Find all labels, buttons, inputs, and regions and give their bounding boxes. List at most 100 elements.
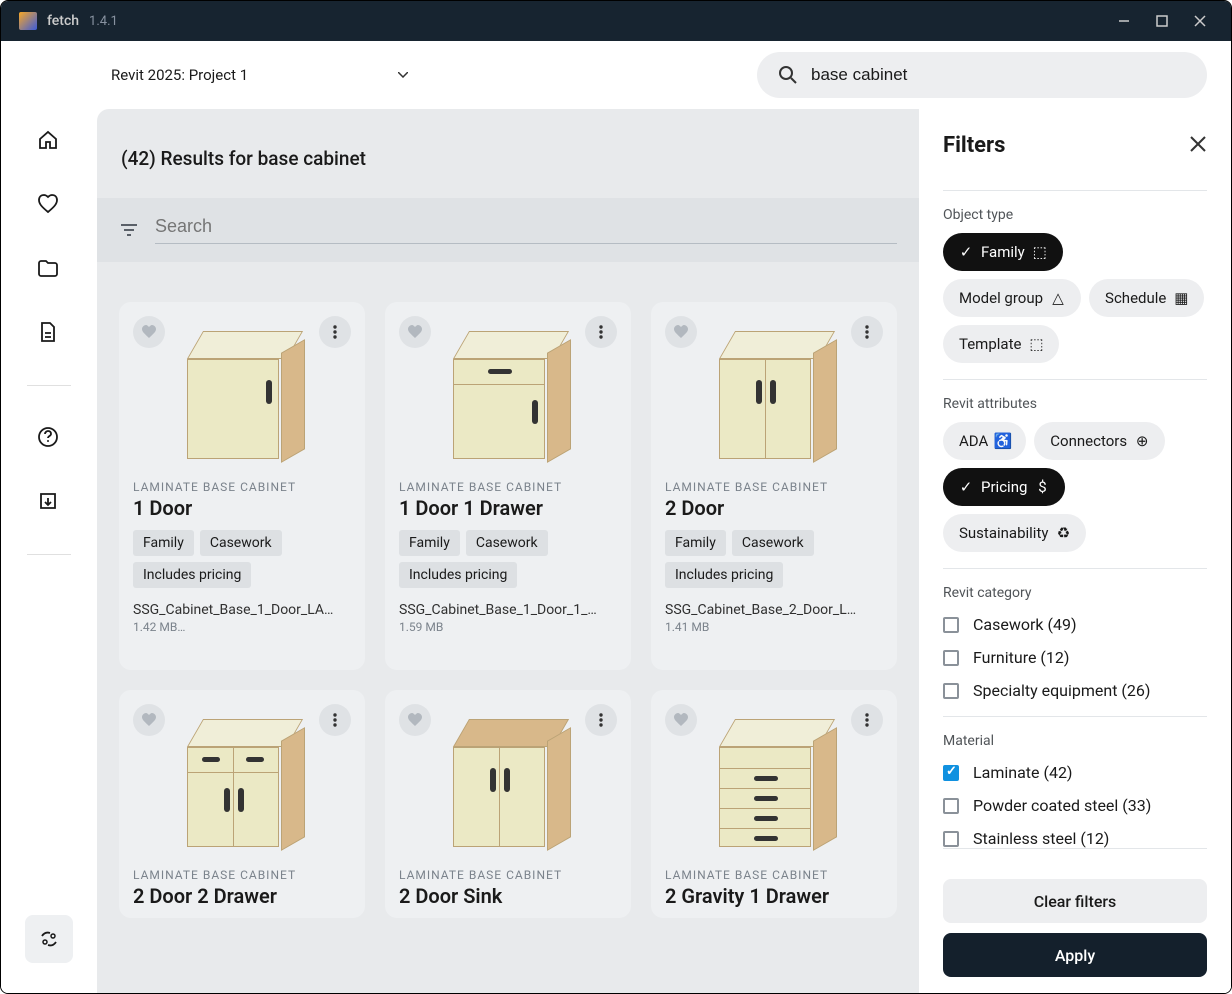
results-grid: LAMINATE BASE CABINET 1 Door Family Case… bbox=[119, 302, 897, 918]
more-icon bbox=[865, 713, 869, 727]
app-name: fetch bbox=[47, 13, 79, 29]
heart-icon bbox=[673, 324, 689, 340]
chip-pricing[interactable]: ✓Pricing$ bbox=[943, 468, 1065, 506]
favorites-icon[interactable] bbox=[37, 193, 61, 217]
object-type-label: Object type bbox=[943, 190, 1207, 223]
result-card[interactable]: LAMINATE BASE CABINET 2 Door Sink bbox=[385, 690, 631, 918]
search-icon bbox=[779, 66, 797, 84]
titlebar: fetch 1.4.1 bbox=[1, 1, 1231, 41]
badge: Casework bbox=[732, 530, 814, 556]
badge: Family bbox=[399, 530, 460, 556]
more-button[interactable] bbox=[319, 316, 351, 348]
checkbox-icon bbox=[943, 683, 959, 699]
chip-model-group[interactable]: Model group△ bbox=[943, 279, 1081, 317]
more-icon bbox=[865, 325, 869, 339]
apply-filters-button[interactable]: Apply bbox=[943, 933, 1207, 977]
checkbox-laminate[interactable]: Laminate (42) bbox=[943, 763, 1207, 782]
leaf-icon: ♻ bbox=[1056, 526, 1070, 540]
checkbox-checked-icon bbox=[943, 765, 959, 781]
document-icon[interactable] bbox=[37, 321, 61, 345]
checkbox-casework[interactable]: Casework (49) bbox=[943, 615, 1207, 634]
check-icon: ✓ bbox=[959, 245, 973, 259]
sync-icon[interactable] bbox=[25, 915, 73, 963]
result-card[interactable]: LAMINATE BASE CABINET 2 Door Family Case… bbox=[651, 302, 897, 670]
checkbox-icon bbox=[943, 798, 959, 814]
dollar-icon: $ bbox=[1035, 480, 1049, 494]
heart-icon bbox=[407, 324, 423, 340]
badge: Family bbox=[665, 530, 726, 556]
results-header: (42) Results for base cabinet bbox=[97, 109, 919, 198]
card-title: 1 Door bbox=[133, 496, 351, 520]
close-icon bbox=[1189, 135, 1207, 153]
result-card[interactable]: LAMINATE BASE CABINET 2 Gravity 1 Drawer bbox=[651, 690, 897, 918]
card-title: 2 Door 2 Drawer bbox=[133, 884, 351, 908]
minimize-button[interactable] bbox=[1117, 14, 1131, 28]
import-icon[interactable] bbox=[37, 490, 61, 514]
checkbox-powder-steel[interactable]: Powder coated steel (33) bbox=[943, 796, 1207, 815]
favorite-button[interactable] bbox=[665, 704, 697, 736]
more-button[interactable] bbox=[585, 704, 617, 736]
more-icon bbox=[333, 713, 337, 727]
filename: SSG_Cabinet_Base_1_Door_1_… bbox=[399, 602, 617, 618]
checkbox-stainless[interactable]: Stainless steel (12) bbox=[943, 829, 1207, 848]
family-icon: ⬚ bbox=[1033, 245, 1047, 259]
favorite-button[interactable] bbox=[399, 704, 431, 736]
card-category: LAMINATE BASE CABINET bbox=[133, 868, 351, 882]
more-button[interactable] bbox=[851, 704, 883, 736]
close-button[interactable] bbox=[1193, 14, 1207, 28]
chip-ada[interactable]: ADA♿ bbox=[943, 422, 1026, 460]
main-content: (42) Results for base cabinet bbox=[97, 109, 919, 993]
project-name: Revit 2025: Project 1 bbox=[111, 66, 248, 84]
filename: SSG_Cabinet_Base_1_Door_LA… bbox=[133, 602, 351, 618]
favorite-button[interactable] bbox=[399, 316, 431, 348]
sidebar bbox=[1, 109, 97, 993]
chip-sustainability[interactable]: Sustainability♻ bbox=[943, 514, 1086, 552]
connectors-icon: ⊕ bbox=[1135, 434, 1149, 448]
chip-schedule[interactable]: Schedule▦ bbox=[1089, 279, 1204, 317]
clear-filters-button[interactable]: Clear filters bbox=[943, 879, 1207, 923]
close-filters-button[interactable] bbox=[1189, 135, 1207, 157]
badge: Includes pricing bbox=[665, 562, 783, 588]
chip-connectors[interactable]: Connectors⊕ bbox=[1034, 422, 1165, 460]
card-category: LAMINATE BASE CABINET bbox=[665, 868, 883, 882]
folder-icon[interactable] bbox=[37, 257, 61, 281]
favorite-button[interactable] bbox=[133, 316, 165, 348]
card-title: 1 Door 1 Drawer bbox=[399, 496, 617, 520]
more-button[interactable] bbox=[851, 316, 883, 348]
search-input[interactable] bbox=[811, 65, 1185, 85]
card-title: 2 Door Sink bbox=[399, 884, 617, 908]
chip-family[interactable]: ✓Family⬚ bbox=[943, 233, 1063, 271]
search-box[interactable] bbox=[757, 52, 1207, 98]
results-search-input[interactable] bbox=[155, 216, 897, 244]
checkbox-specialty[interactable]: Specialty equipment (26) bbox=[943, 681, 1207, 700]
card-category: LAMINATE BASE CABINET bbox=[665, 480, 883, 494]
result-card[interactable]: LAMINATE BASE CABINET 1 Door Family Case… bbox=[119, 302, 365, 670]
chevron-down-icon bbox=[398, 72, 408, 78]
more-icon bbox=[599, 325, 603, 339]
favorite-button[interactable] bbox=[665, 316, 697, 348]
badge: Casework bbox=[466, 530, 548, 556]
filters-title: Filters bbox=[943, 133, 1005, 158]
checkbox-icon bbox=[943, 617, 959, 633]
checkbox-icon bbox=[943, 831, 959, 847]
app-logo-icon bbox=[19, 12, 37, 30]
app-version: 1.4.1 bbox=[89, 14, 118, 29]
filesize: 1.41 MB bbox=[665, 620, 883, 634]
result-card[interactable]: LAMINATE BASE CABINET 1 Door 1 Drawer Fa… bbox=[385, 302, 631, 670]
card-category: LAMINATE BASE CABINET bbox=[399, 868, 617, 882]
more-button[interactable] bbox=[319, 704, 351, 736]
home-icon[interactable] bbox=[37, 129, 61, 153]
checkbox-furniture[interactable]: Furniture (12) bbox=[943, 648, 1207, 667]
favorite-button[interactable] bbox=[133, 704, 165, 736]
project-selector[interactable]: Revit 2025: Project 1 bbox=[111, 66, 408, 84]
filter-icon[interactable] bbox=[119, 220, 139, 240]
help-icon[interactable] bbox=[37, 426, 61, 450]
more-button[interactable] bbox=[585, 316, 617, 348]
result-card[interactable]: LAMINATE BASE CABINET 2 Door 2 Drawer bbox=[119, 690, 365, 918]
maximize-button[interactable] bbox=[1155, 14, 1169, 28]
chip-template[interactable]: Template⬚ bbox=[943, 325, 1059, 363]
card-title: 2 Gravity 1 Drawer bbox=[665, 884, 883, 908]
schedule-icon: ▦ bbox=[1174, 291, 1188, 305]
accessibility-icon: ♿ bbox=[996, 434, 1010, 448]
card-title: 2 Door bbox=[665, 496, 883, 520]
